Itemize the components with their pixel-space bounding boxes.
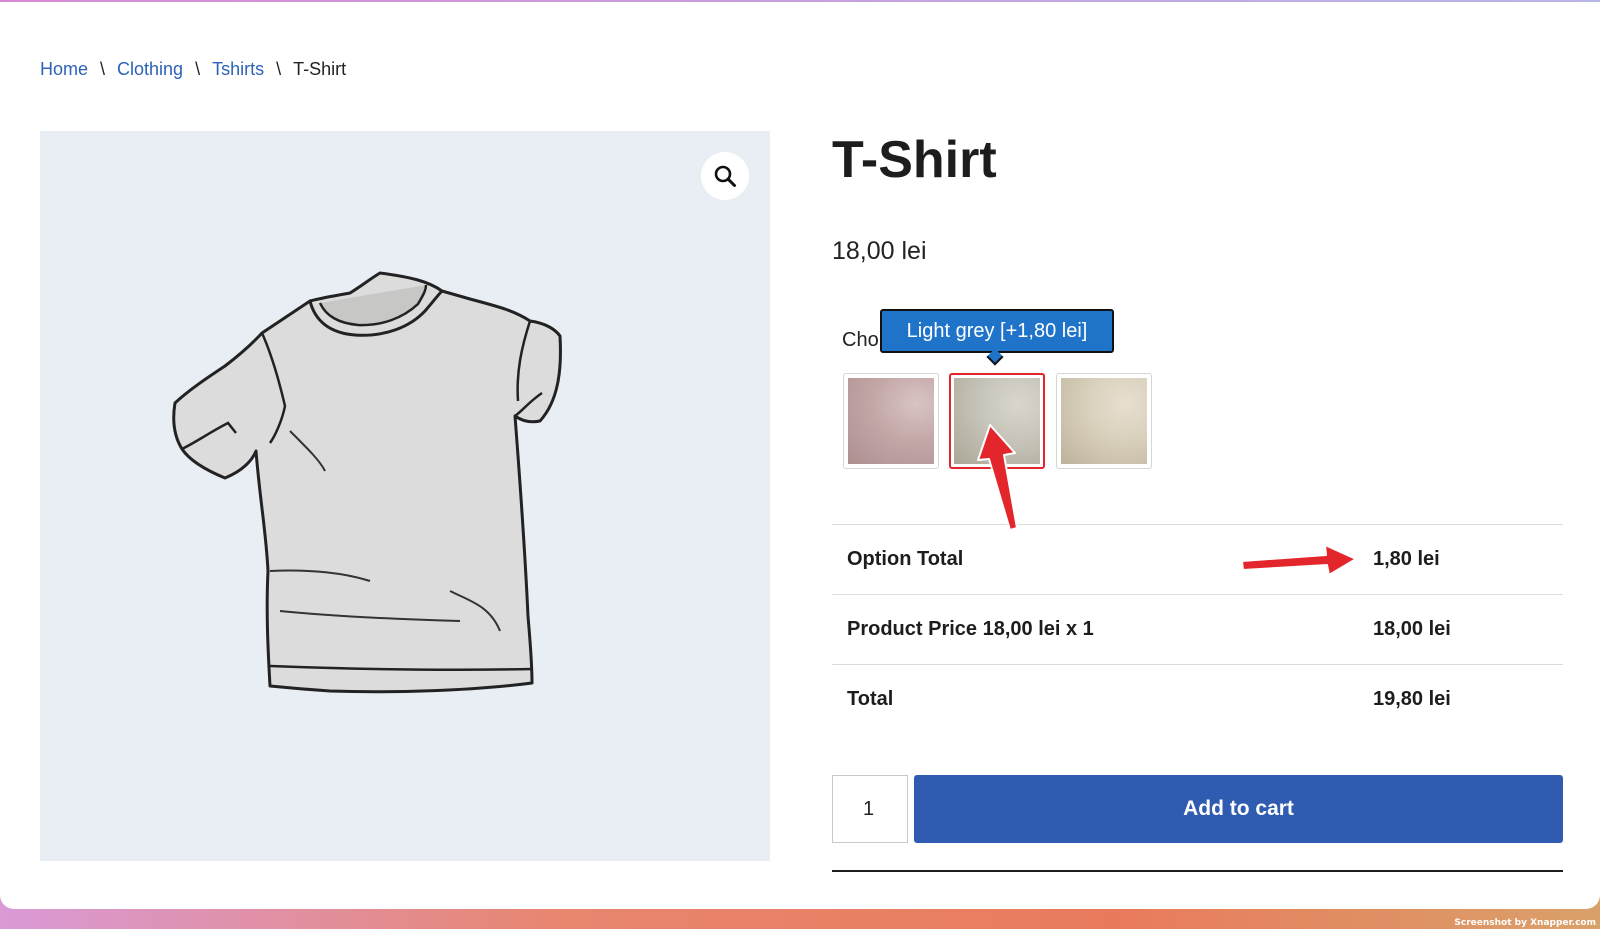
product-price-row: Product Price 18,00 lei x 1 18,00 lei (832, 594, 1563, 664)
swatch-image (848, 378, 934, 464)
option-total-row: Option Total 1,80 lei (832, 524, 1563, 594)
swatch-image (954, 378, 1040, 464)
quantity-input[interactable] (832, 775, 908, 843)
color-swatch-light-grey[interactable] (949, 373, 1045, 469)
tshirt-image (172, 271, 562, 694)
breadcrumb-clothing-link[interactable]: Clothing (117, 59, 183, 80)
price-summary-table: Option Total 1,80 lei Product Price 18,0… (832, 524, 1563, 734)
breadcrumb-home-link[interactable]: Home (40, 59, 88, 80)
breadcrumb-separator: \ (195, 59, 201, 79)
grand-total-row: Total 19,80 lei (832, 664, 1563, 734)
color-swatch-beige[interactable] (1056, 373, 1152, 469)
color-swatch-pink[interactable] (843, 373, 939, 469)
grand-total-label: Total (847, 688, 894, 710)
add-to-cart-button[interactable]: Add to cart (914, 775, 1563, 843)
option-tooltip: Light grey [+1,80 lei] (880, 309, 1114, 353)
breadcrumb-tshirts-link[interactable]: Tshirts (212, 59, 264, 80)
product-price-label: Product Price 18,00 lei x 1 (847, 618, 1094, 640)
watermark: Screenshot by Xnapper.com (1454, 918, 1596, 928)
zoom-button[interactable] (701, 152, 749, 200)
breadcrumb-current: T-Shirt (293, 59, 347, 79)
product-image-gallery[interactable] (40, 131, 770, 861)
breadcrumb: Home \ Clothing \ Tshirts \ T-Shirt (40, 59, 346, 80)
swatch-image (1061, 378, 1147, 464)
product-title: T-Shirt (832, 131, 997, 189)
breadcrumb-separator: \ (100, 59, 106, 79)
breadcrumb-separator: \ (276, 59, 282, 79)
product-price-value: 18,00 lei (1373, 618, 1451, 640)
search-icon (714, 165, 736, 187)
grand-total-value: 19,80 lei (1373, 688, 1451, 710)
product-page: Home \ Clothing \ Tshirts \ T-Shirt T-Sh… (0, 0, 1600, 909)
option-total-value: 1,80 lei (1373, 548, 1440, 570)
divider (832, 870, 1563, 872)
product-price: 18,00 lei (832, 237, 927, 265)
option-label: Cho (842, 329, 879, 351)
option-total-label: Option Total (847, 548, 964, 570)
